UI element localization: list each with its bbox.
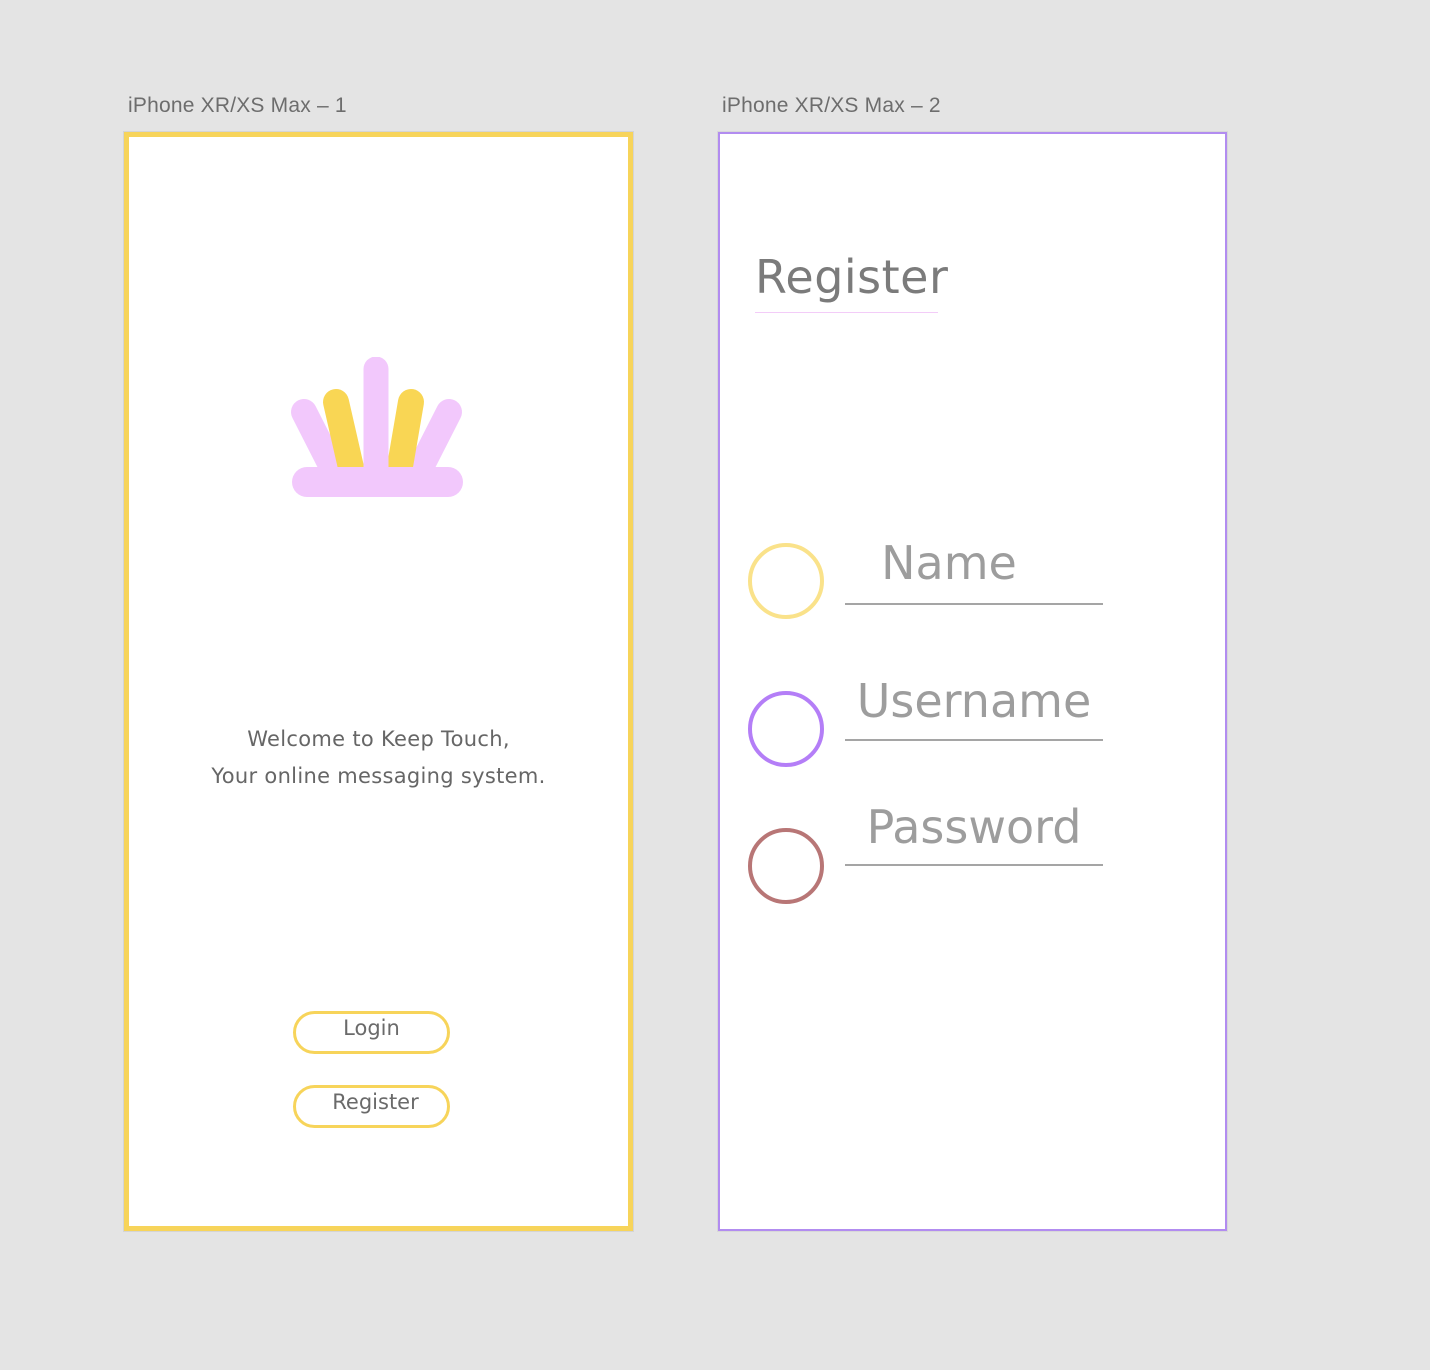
register-screen-artboard[interactable]: Register Name Username Password <box>718 132 1227 1231</box>
artboard-2-title: iPhone XR/XS Max – 2 <box>722 94 941 117</box>
welcome-text-line-1: Welcome to Keep Touch, <box>247 727 510 751</box>
login-button[interactable]: Login <box>293 1011 450 1054</box>
register-button[interactable]: Register <box>293 1085 450 1128</box>
artboard-1-title: iPhone XR/XS Max – 1 <box>128 94 347 117</box>
title-underline <box>755 312 938 313</box>
name-field[interactable]: Name <box>820 536 1078 590</box>
name-field-underline <box>845 603 1103 605</box>
login-button-label: Login <box>343 1016 400 1040</box>
welcome-screen-artboard[interactable]: Welcome to Keep Touch, Your online messa… <box>124 132 633 1231</box>
register-button-label: Register <box>332 1090 419 1114</box>
password-field[interactable]: Password <box>845 800 1103 854</box>
username-circle-icon <box>748 691 824 767</box>
username-field[interactable]: Username <box>845 674 1103 728</box>
name-circle-icon <box>748 543 824 619</box>
welcome-text-line-2: Your online messaging system. <box>211 764 546 788</box>
password-circle-icon <box>748 828 824 904</box>
username-field-underline <box>845 739 1103 741</box>
page-title: Register <box>755 250 949 304</box>
crown-hand-logo-icon <box>291 357 463 497</box>
password-field-underline <box>845 864 1103 866</box>
